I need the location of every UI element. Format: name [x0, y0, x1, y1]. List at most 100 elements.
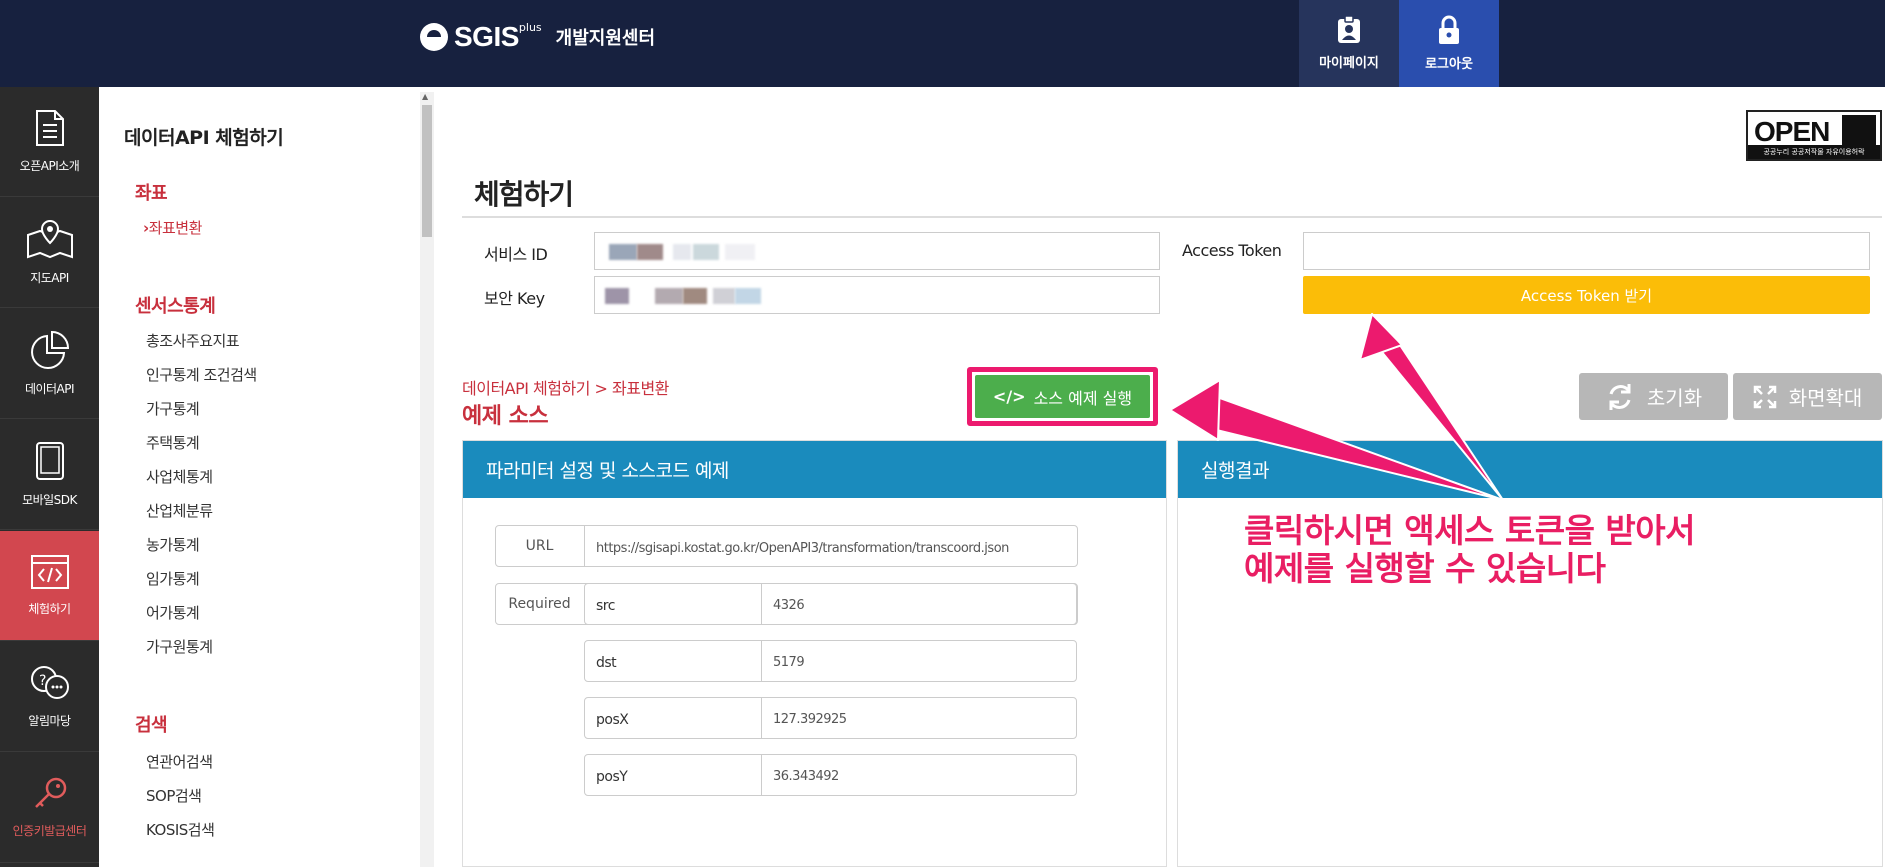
logo-text: SGIS [454, 21, 519, 52]
fullscreen-button[interactable]: 화면확대 [1733, 373, 1882, 420]
divider [584, 525, 585, 567]
nav-label: 데이터API [24, 382, 75, 396]
logout-label: 로그아웃 [1425, 57, 1473, 72]
nav-label: 알림마당 [28, 714, 71, 728]
sub-item[interactable]: 임가통계 [146, 568, 200, 589]
code-icon: </> [992, 387, 1026, 406]
nav-open-api-intro[interactable]: 오픈API소개 [0, 87, 99, 197]
param-row-dst [584, 640, 1077, 682]
scroll-up-icon[interactable]: ▲ [422, 92, 428, 101]
sub-item[interactable]: 총조사주요지표 [146, 330, 240, 351]
nav-label: 오픈API소개 [19, 159, 80, 173]
nav-notice-board[interactable]: ? 알림마당 [0, 642, 99, 752]
divider [761, 640, 762, 682]
sub-item[interactable]: 인구통계 조건검색 [146, 364, 257, 385]
title-divider [462, 216, 1882, 218]
nav-mobile-sdk[interactable]: 모바일SDK [0, 420, 99, 530]
param-value[interactable]: 4326 [773, 598, 805, 613]
mypage-button[interactable]: 마이페이지 [1299, 0, 1399, 87]
pie-chart-icon [30, 330, 69, 369]
breadcrumb: 데이터API 체험하기 > 좌표변환 [462, 379, 669, 398]
svg-text:?: ? [39, 673, 46, 689]
result-panel: 실행결과 [1177, 440, 1883, 867]
submenu-title: 데이터API 체험하기 [124, 127, 284, 149]
result-panel-header: 실행결과 [1178, 441, 1882, 498]
params-panel-header: 파라미터 설정 및 소스코드 예제 [463, 441, 1166, 498]
access-token-field[interactable] [1303, 232, 1870, 270]
nav-try-it[interactable]: 체험하기 [0, 531, 99, 641]
submenu-scroll-thumb[interactable] [422, 105, 432, 237]
annotation-line-2: 예제를 실행할 수 있습니다 [1244, 549, 1606, 588]
open-badge-footer: 공공누리 공공저작물 자유이용허락 [1748, 145, 1880, 159]
example-source-title: 예제 소스 [462, 404, 549, 429]
logo-subtitle: 개발지원센터 [555, 28, 656, 49]
annotation-text: 클릭하시면 액세스 토큰을 받아서 예제를 실행할 수 있습니다 [1244, 511, 1696, 588]
chat-bubbles-icon: ? [30, 666, 69, 699]
service-id-field[interactable] [594, 232, 1160, 270]
nav-map-api[interactable]: 지도API [0, 198, 99, 308]
code-window-icon [30, 555, 69, 589]
sub-item[interactable]: 가구통계 [146, 398, 200, 419]
url-label: URL [525, 538, 554, 554]
nav-label: 모바일SDK [22, 493, 77, 507]
sub-item[interactable]: 농가통계 [146, 534, 200, 555]
param-row-src [584, 583, 1077, 625]
sub-menu: 데이터API 체험하기 좌표 ›좌표변환 센서스통계 총조사주요지표 인구통계 … [99, 87, 434, 867]
param-key: dst [596, 655, 617, 671]
divider [761, 754, 762, 796]
sub-item[interactable]: 연관어검색 [146, 751, 213, 772]
open-license-badge: OPEN 공공누리 공공저작물 자유이용허락 [1746, 110, 1882, 161]
url-value[interactable]: https://sgisapi.kostat.go.kr/OpenAPI3/tr… [596, 541, 1009, 556]
left-icon-nav: 오픈API소개 지도API 데이터API 모바일SDK 체험하기 ? 알림마당 … [0, 87, 99, 867]
param-value[interactable]: 36.343492 [773, 769, 839, 784]
nav-label: 인증키발급센터 [12, 824, 87, 838]
fullscreen-label: 화면확대 [1788, 386, 1863, 410]
sub-item-label: 좌표변환 [148, 219, 203, 237]
section-search[interactable]: 검색 [135, 711, 168, 737]
access-token-button[interactable]: Access Token 받기 [1303, 276, 1870, 314]
divider [761, 583, 762, 625]
mypage-label: 마이페이지 [1319, 56, 1379, 71]
annotation-line-1: 클릭하시면 액세스 토큰을 받아서 [1244, 511, 1696, 550]
sub-item[interactable]: 사업체통계 [146, 466, 213, 487]
expand-icon [1753, 385, 1776, 408]
sub-item[interactable]: 어가통계 [146, 602, 200, 623]
id-badge-icon [1338, 16, 1360, 43]
param-key: posY [596, 769, 628, 785]
reset-button[interactable]: 초기화 [1579, 373, 1728, 420]
key-icon [34, 777, 66, 808]
nav-label: 체험하기 [28, 602, 71, 616]
tablet-icon [35, 442, 64, 480]
top-header: SGIS plus 개발지원센터 마이페이지 로그아웃 [0, 0, 1885, 87]
sgis-logo-mark-icon [420, 23, 448, 51]
reset-label: 초기화 [1646, 386, 1703, 410]
secure-key-label: 보안 Key [484, 289, 545, 308]
sgis-logo[interactable]: SGIS plus 개발지원센터 [420, 20, 655, 54]
person-icon [1842, 115, 1876, 145]
param-key: src [596, 598, 615, 614]
required-label: Required [508, 596, 571, 612]
sub-item[interactable]: KOSIS검색 [146, 819, 215, 840]
sub-item[interactable]: 주택통계 [146, 432, 200, 453]
refresh-icon [1609, 383, 1631, 410]
lock-icon [1439, 15, 1459, 44]
secure-key-field[interactable] [594, 276, 1160, 314]
run-button-label: 소스 예제 실행 [1033, 388, 1133, 408]
sub-item[interactable]: SOP검색 [146, 785, 202, 806]
open-badge-text: OPEN [1754, 116, 1830, 147]
run-example-button[interactable]: </> 소스 예제 실행 [975, 375, 1150, 418]
nav-key-issuance[interactable]: 인증키발급센터 [0, 753, 99, 863]
logout-button[interactable]: 로그아웃 [1399, 0, 1499, 87]
divider [761, 697, 762, 739]
section-census[interactable]: 센서스통계 [135, 292, 216, 318]
param-value[interactable]: 5179 [773, 655, 805, 670]
section-coord[interactable]: 좌표 [135, 179, 168, 205]
nav-data-api[interactable]: 데이터API [0, 309, 99, 419]
map-pin-icon [26, 219, 73, 259]
sub-item[interactable]: 가구원통계 [146, 636, 213, 657]
sub-item-coord-transform[interactable]: ›좌표변환 [143, 217, 202, 238]
sub-item[interactable]: 산업체분류 [146, 500, 213, 521]
param-key: posX [596, 712, 629, 728]
document-icon [35, 110, 64, 146]
param-value[interactable]: 127.392925 [773, 712, 847, 727]
